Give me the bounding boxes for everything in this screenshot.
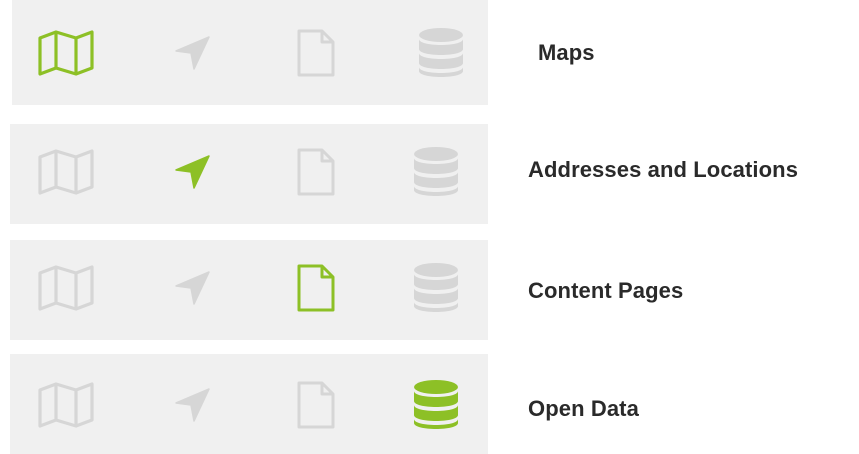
location-arrow-icon[interactable] — [162, 142, 222, 202]
map-icon — [38, 265, 94, 311]
page-icon — [297, 29, 335, 77]
page-icon[interactable] — [286, 142, 346, 202]
database-icon — [419, 28, 463, 77]
location-arrow-icon — [175, 271, 210, 305]
map-icon[interactable] — [36, 375, 96, 435]
row-label: Maps — [538, 40, 595, 65]
page-icon — [297, 264, 335, 312]
page-icon[interactable] — [286, 258, 346, 318]
database-icon[interactable] — [406, 375, 466, 435]
category-row-content-pages[interactable]: Content Pages — [0, 240, 859, 340]
category-row-open-data[interactable]: Open Data — [0, 354, 859, 454]
row-label: Open Data — [528, 396, 639, 421]
map-icon — [38, 30, 94, 76]
page-icon — [297, 148, 335, 196]
location-arrow-icon — [175, 36, 210, 70]
database-icon[interactable] — [411, 23, 471, 83]
database-icon — [414, 263, 458, 312]
location-arrow-icon — [175, 388, 210, 422]
page-icon — [297, 381, 335, 429]
category-row-maps[interactable]: Maps — [0, 0, 859, 105]
map-icon[interactable] — [36, 142, 96, 202]
map-icon[interactable] — [36, 258, 96, 318]
map-icon — [38, 149, 94, 195]
database-icon[interactable] — [406, 142, 466, 202]
row-label: Content Pages — [528, 278, 684, 303]
location-arrow-icon[interactable] — [162, 23, 222, 83]
page-icon[interactable] — [286, 375, 346, 435]
database-icon — [414, 147, 458, 196]
category-row-addresses[interactable]: Addresses and Locations — [0, 124, 859, 224]
database-icon — [414, 380, 458, 429]
database-icon[interactable] — [406, 258, 466, 318]
row-label: Addresses and Locations — [528, 157, 799, 182]
location-arrow-icon[interactable] — [162, 375, 222, 435]
map-icon[interactable] — [36, 23, 96, 83]
map-icon — [38, 382, 94, 428]
location-arrow-icon[interactable] — [162, 258, 222, 318]
location-arrow-icon — [175, 155, 210, 189]
page-icon[interactable] — [286, 23, 346, 83]
